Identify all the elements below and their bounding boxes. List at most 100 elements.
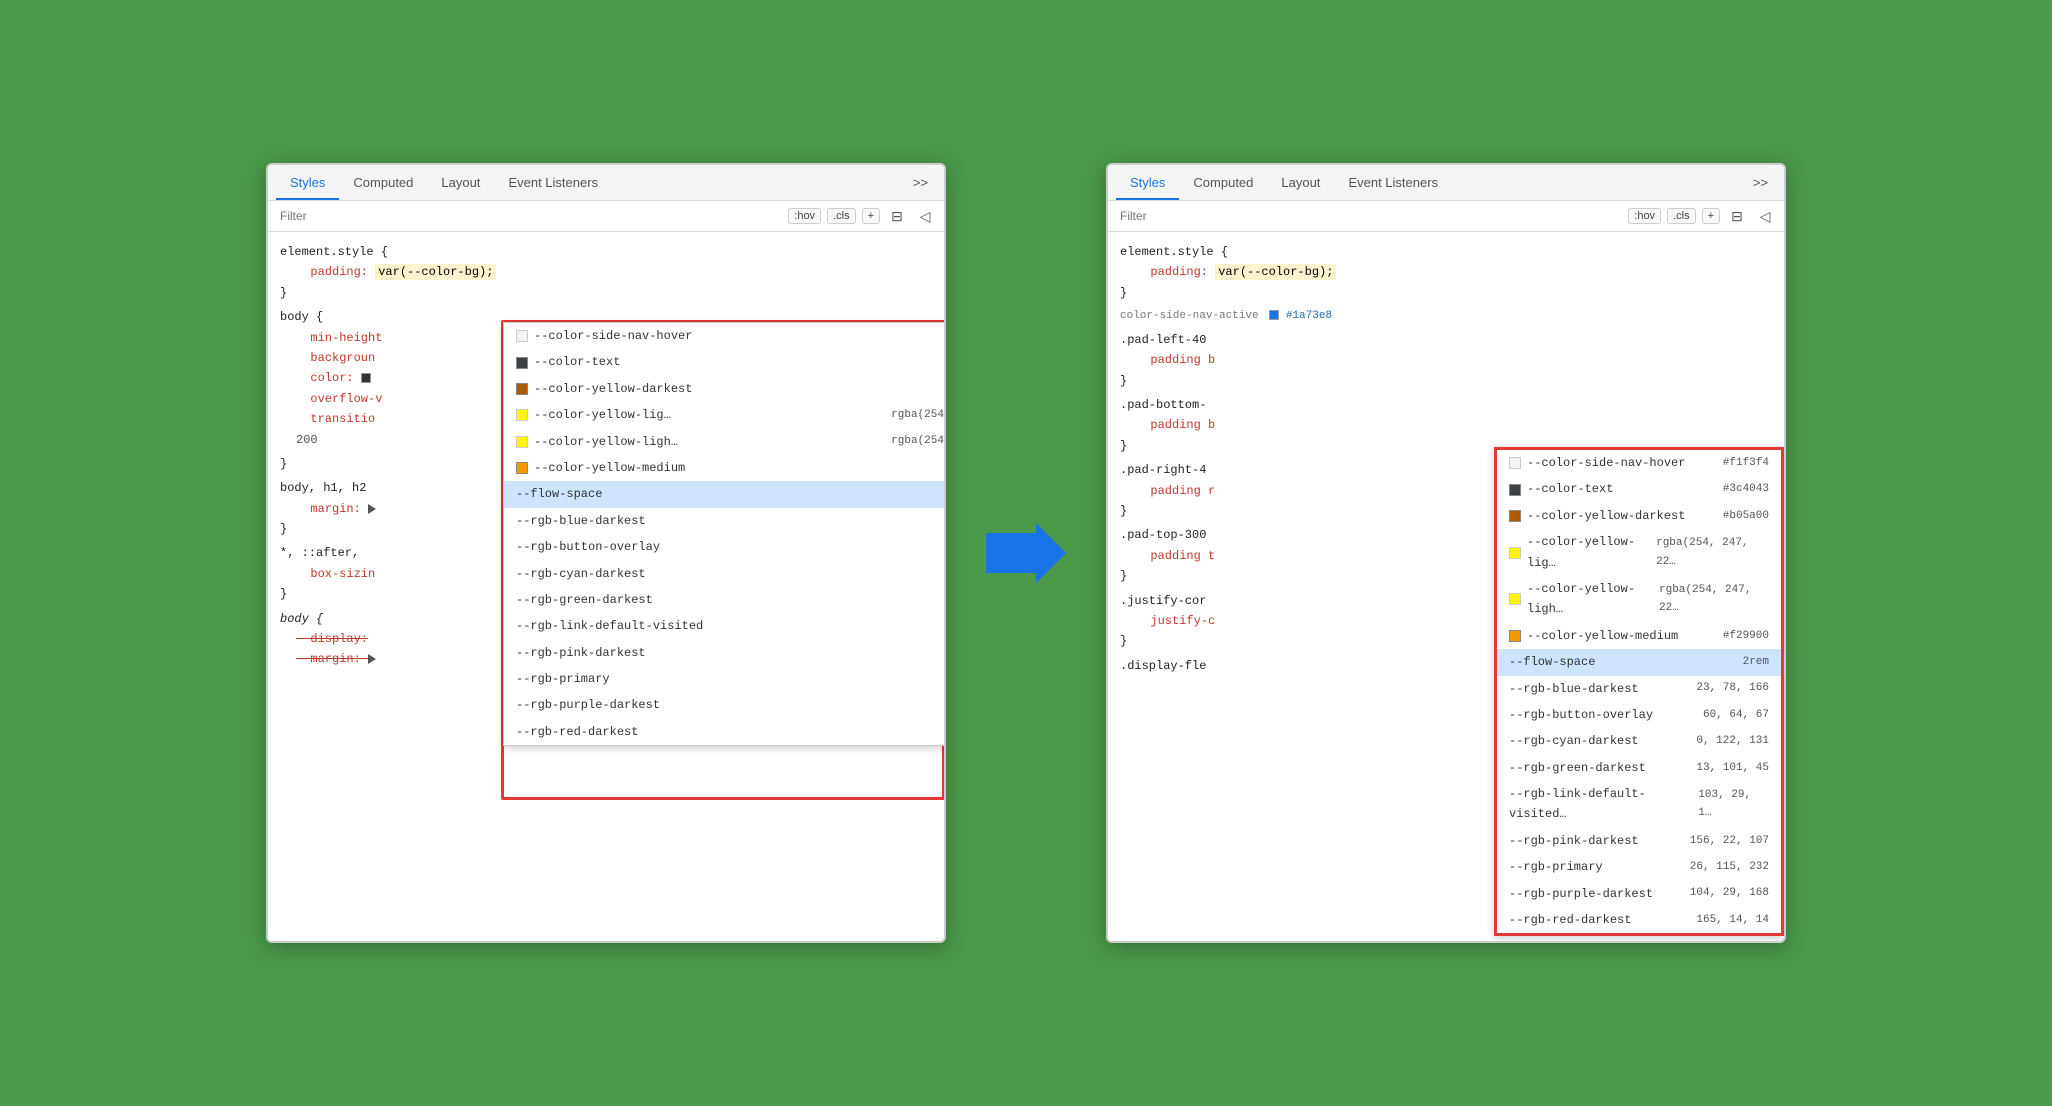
left-min-height-prop: min-height [280, 331, 382, 345]
right-justify-selector: .justify-cor [1120, 594, 1206, 608]
left-dd-name-13: --rgb-pink-darkest [516, 643, 646, 663]
left-element-style-rule: element.style { padding: var(--color-bg)… [268, 240, 944, 305]
left-overflow-prop: overflow-v [280, 392, 382, 406]
right-dd-val-2: #3c4043 [1723, 480, 1769, 499]
left-dd-val-4: rgba(254, 247, 22… [891, 406, 944, 425]
right-dd-val-11: 13, 101, 45 [1696, 759, 1769, 778]
right-autocomplete-dropdown: --color-side-nav-hover #f1f3f4 --color-t… [1494, 447, 1784, 936]
right-dd-val-3: #b05a00 [1723, 507, 1769, 526]
right-pad-left-prop: padding b [1120, 353, 1215, 367]
right-dd-val-6: #f29900 [1723, 627, 1769, 646]
right-dd-val-16: 165, 14, 14 [1696, 911, 1769, 930]
right-tab-styles[interactable]: Styles [1116, 167, 1179, 200]
left-filter-bar: :hov .cls + ⊟ ◁ [268, 201, 944, 232]
right-padding-prop: padding: [1120, 265, 1208, 279]
right-dd-name-5: --color-yellow-ligh… [1527, 579, 1659, 620]
right-tab-event-listeners[interactable]: Event Listeners [1334, 167, 1452, 200]
left-hov-btn[interactable]: :hov [788, 208, 821, 224]
left-tab-computed[interactable]: Computed [339, 167, 427, 200]
left-dd-name-11: --rgb-green-darkest [516, 590, 653, 610]
right-hov-btn[interactable]: :hov [1628, 208, 1661, 224]
left-dropdown-rgb-purple-darkest[interactable]: --rgb-purple-darkest [504, 692, 944, 718]
right-arrow-icon[interactable]: ◁ [1754, 205, 1776, 227]
left-background-prop: backgroun [280, 351, 375, 365]
left-dropdown-rgb-cyan-darkest[interactable]: --rgb-cyan-darkest [504, 561, 944, 587]
right-dropdown-rgb-purple-darkest[interactable]: --rgb-purple-darkest 104, 29, 168 [1497, 881, 1781, 907]
right-cls-btn[interactable]: .cls [1667, 208, 1696, 224]
right-color-nav-value: #1a73e8 [1286, 310, 1332, 322]
left-dd-name-7: --flow-space [516, 484, 602, 504]
left-dropdown-rgb-link-default-visited[interactable]: --rgb-link-default-visited [504, 613, 944, 639]
right-dropdown-color-yellow-lig[interactable]: --color-yellow-lig… rgba(254, 247, 22… [1497, 529, 1781, 576]
left-dd-name-15: --rgb-purple-darkest [516, 695, 660, 715]
right-dd-name-11: --rgb-green-darkest [1509, 758, 1646, 778]
right-pad-top-prop: padding t [1120, 549, 1215, 563]
right-color-nav-text: color-side-nav-active [1120, 310, 1259, 322]
right-tab-computed[interactable]: Computed [1179, 167, 1267, 200]
left-tab-layout[interactable]: Layout [427, 167, 494, 200]
left-dropdown-color-yellow-medium[interactable]: --color-yellow-medium #f29900 [504, 455, 944, 481]
left-filter-buttons: :hov .cls + ⊟ ◁ [788, 205, 936, 227]
right-dropdown-rgb-red-darkest[interactable]: --rgb-red-darkest 165, 14, 14 [1497, 907, 1781, 933]
right-dd-val-12: 103, 29, 1… [1698, 786, 1769, 823]
right-pad-top-selector: .pad-top-300 [1120, 528, 1206, 542]
right-dropdown-color-yellow-darkest[interactable]: --color-yellow-darkest #b05a00 [1497, 503, 1781, 529]
left-dd-name-9: --rgb-button-overlay [516, 537, 660, 557]
right-dropdown-rgb-cyan-darkest[interactable]: --rgb-cyan-darkest 0, 122, 131 [1497, 728, 1781, 754]
left-dropdown-color-yellow-lig[interactable]: --color-yellow-lig… rgba(254, 247, 22… [504, 402, 944, 428]
left-dropdown-rgb-button-overlay[interactable]: --rgb-button-overlay [504, 534, 944, 560]
right-pad-right-selector: .pad-right-4 [1120, 463, 1206, 477]
left-dd-name-5: --color-yellow-ligh… [534, 432, 678, 452]
right-dropdown-rgb-blue-darkest[interactable]: --rgb-blue-darkest 23, 78, 166 [1497, 676, 1781, 702]
left-dropdown-color-text[interactable]: --color-text #3c4043 [504, 349, 944, 375]
right-dropdown-rgb-green-darkest[interactable]: --rgb-green-darkest 13, 101, 45 [1497, 755, 1781, 781]
right-dd-val-7: 2rem [1743, 653, 1769, 672]
left-dropdown-rgb-green-darkest[interactable]: --rgb-green-darkest [504, 587, 944, 613]
left-dropdown-rgb-pink-darkest[interactable]: --rgb-pink-darkest [504, 640, 944, 666]
left-dropdown-rgb-primary[interactable]: --rgb-primary [504, 666, 944, 692]
right-dropdown-rgb-button-overlay[interactable]: --rgb-button-overlay 60, 64, 67 [1497, 702, 1781, 728]
left-body-italic-selector: body { [280, 612, 323, 626]
blue-arrow [986, 523, 1066, 583]
right-dropdown-rgb-pink-darkest[interactable]: --rgb-pink-darkest 156, 22, 107 [1497, 828, 1781, 854]
left-dropdown-color-side-nav-hover[interactable]: --color-side-nav-hover #f1f3f4 [504, 323, 944, 349]
right-dropdown-color-yellow-medium[interactable]: --color-yellow-medium #f29900 [1497, 623, 1781, 649]
right-filter-buttons: :hov .cls + ⊟ ◁ [1628, 205, 1776, 227]
left-dd-name-12: --rgb-link-default-visited [516, 616, 703, 636]
right-tab-layout[interactable]: Layout [1267, 167, 1334, 200]
right-dd-val-15: 104, 29, 168 [1690, 884, 1769, 903]
right-dd-name-4: --color-yellow-lig… [1527, 532, 1656, 573]
right-dd-name-15: --rgb-purple-darkest [1509, 884, 1653, 904]
left-arrow-icon[interactable]: ◁ [914, 205, 936, 227]
left-dropdown-rgb-red-darkest[interactable]: --rgb-red-darkest [504, 719, 944, 745]
left-dropdown-color-yellow-ligh[interactable]: --color-yellow-ligh… rgba(254, 247, 22… [504, 429, 944, 455]
left-screenshot-icon[interactable]: ⊟ [886, 205, 908, 227]
right-dropdown-rgb-link-default-visited[interactable]: --rgb-link-default-visited… 103, 29, 1… [1497, 781, 1781, 828]
left-dropdown-rgb-blue-darkest[interactable]: --rgb-blue-darkest [504, 508, 944, 534]
left-tab-event-listeners[interactable]: Event Listeners [494, 167, 612, 200]
right-display-selector: .display-fle [1120, 659, 1206, 673]
left-dropdown-color-yellow-darkest[interactable]: --color-yellow-darkest #b05a00 [504, 376, 944, 402]
left-tab-more[interactable]: >> [905, 169, 936, 198]
left-tab-styles[interactable]: Styles [276, 167, 339, 200]
right-dropdown-flow-space[interactable]: --flow-space 2rem [1497, 649, 1781, 675]
right-plus-btn[interactable]: + [1702, 208, 1720, 224]
right-tab-more[interactable]: >> [1745, 169, 1776, 198]
right-dropdown-color-yellow-ligh[interactable]: --color-yellow-ligh… rgba(254, 247, 22… [1497, 576, 1781, 623]
right-filter-bar: :hov .cls + ⊟ ◁ [1108, 201, 1784, 232]
right-filter-input[interactable] [1116, 207, 1620, 225]
right-screenshot-icon[interactable]: ⊟ [1726, 205, 1748, 227]
right-dropdown-color-text[interactable]: --color-text #3c4043 [1497, 476, 1781, 502]
left-padding-value: var(--color-bg); [375, 264, 496, 280]
right-element-style-rule: element.style { padding: var(--color-bg)… [1108, 240, 1784, 305]
right-dropdown-rgb-primary[interactable]: --rgb-primary 26, 115, 232 [1497, 854, 1781, 880]
left-200ms-value: 200 [280, 433, 318, 447]
left-cls-btn[interactable]: .cls [827, 208, 856, 224]
left-dd-name-2: --color-text [534, 352, 620, 372]
main-container: Styles Computed Layout Event Listeners >… [226, 123, 1826, 983]
right-dd-name-16: --rgb-red-darkest [1509, 910, 1631, 930]
right-dropdown-color-side-nav-hover[interactable]: --color-side-nav-hover #f1f3f4 [1497, 450, 1781, 476]
left-dropdown-flow-space[interactable]: --flow-space [504, 481, 944, 507]
left-plus-btn[interactable]: + [862, 208, 880, 224]
left-filter-input[interactable] [276, 207, 780, 225]
